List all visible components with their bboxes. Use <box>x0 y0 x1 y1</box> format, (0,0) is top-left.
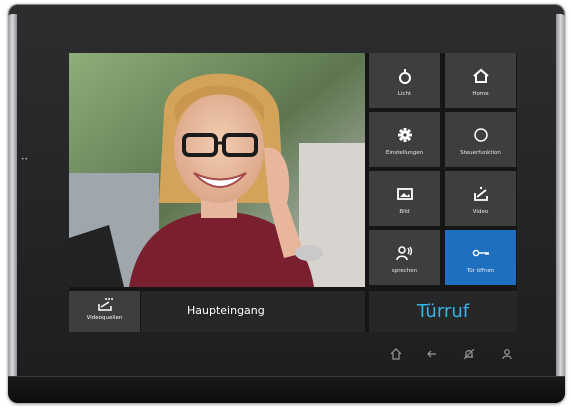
tile-einstellungen[interactable]: Einstellungen <box>369 112 440 167</box>
tile-licht[interactable]: Licht <box>369 53 440 108</box>
tile-label: Einstellungen <box>385 150 424 156</box>
videoquellen-button[interactable]: Videoquellen <box>69 291 140 332</box>
tile-label: Licht <box>397 91 412 97</box>
tile-label: Bild <box>399 209 410 215</box>
tile-label: Video <box>472 209 489 215</box>
tile-video[interactable]: Video <box>445 171 516 226</box>
light-icon <box>398 69 411 84</box>
bottom-bezel <box>8 376 565 403</box>
tile-label: Tür öffnen <box>466 268 495 274</box>
circle-icon <box>473 128 488 142</box>
tile-label: Steuerfunktion <box>460 150 501 156</box>
tile-label: sprechen <box>391 268 418 274</box>
call-status: Türruf <box>369 291 517 332</box>
video-feed[interactable] <box>69 53 365 287</box>
back-arrow-icon[interactable] <box>425 347 439 361</box>
tile-steuerfunktion[interactable]: Steuerfunktion <box>445 112 516 167</box>
key-icon <box>472 249 489 257</box>
sensor-dots: •• <box>21 156 29 163</box>
tile-label: Home <box>472 91 489 97</box>
person-icon[interactable] <box>500 347 514 361</box>
tile-sprechen[interactable]: sprechen <box>369 230 440 285</box>
videoquellen-label: Videoquellen <box>86 315 123 321</box>
video-sources-icon <box>97 298 113 311</box>
tile-tuer-oeffnen[interactable]: Tür öffnen <box>445 230 516 285</box>
home-icon[interactable] <box>389 347 403 361</box>
left-rail <box>8 14 17 384</box>
right-rail <box>556 14 565 384</box>
gear-icon <box>397 128 412 142</box>
video-record-icon <box>473 186 488 201</box>
tile-bild[interactable]: Bild <box>369 171 440 226</box>
entrance-name-bar: Haupteingang <box>141 291 365 332</box>
bell-mute-icon[interactable] <box>462 347 476 361</box>
touch-screen: Licht Home Einstellungen Steuerfunktion … <box>69 53 517 332</box>
tile-home[interactable]: Home <box>445 53 516 108</box>
entrance-label: Haupteingang <box>187 304 265 317</box>
image-icon <box>396 188 413 200</box>
visitor-image <box>69 53 365 287</box>
home-icon <box>472 68 489 83</box>
speak-icon <box>395 246 412 261</box>
